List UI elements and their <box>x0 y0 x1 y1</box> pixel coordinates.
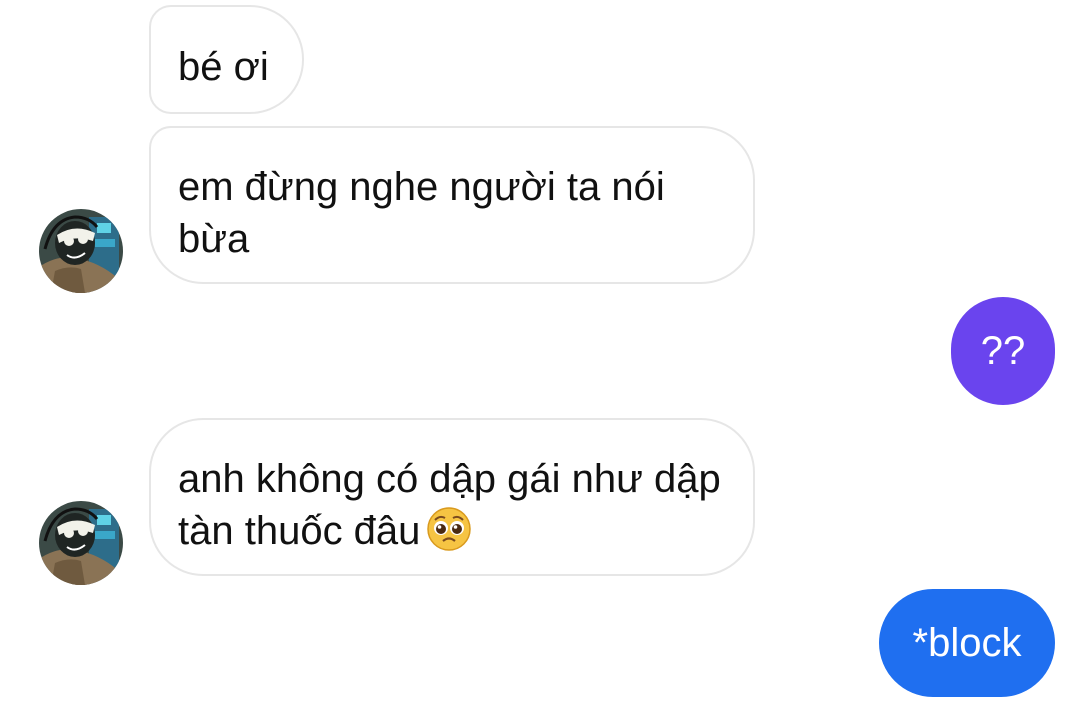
received-message-bubble[interactable]: bé ơi <box>149 5 304 114</box>
sent-message-bubble[interactable]: *block <box>879 589 1055 697</box>
received-message-bubble[interactable]: em đừng nghe người ta nói bừa <box>149 126 755 284</box>
message-text: em đừng nghe người ta nói bừa <box>178 165 665 261</box>
avatar-illustration-icon <box>39 209 123 293</box>
message-text-wrap: anh không có dập gái như dập tàn thuốc đ… <box>178 453 723 557</box>
message-text: bé ơi <box>178 45 269 89</box>
pleading-face-emoji-icon <box>427 507 472 552</box>
avatar-illustration-icon <box>39 501 123 585</box>
message-text: ?? <box>980 329 1026 373</box>
sent-message-bubble[interactable]: ?? <box>951 297 1055 405</box>
contact-avatar[interactable] <box>39 209 123 293</box>
contact-avatar[interactable] <box>39 501 123 585</box>
message-text: *block <box>912 621 1022 665</box>
received-message-bubble[interactable]: anh không có dập gái như dập tàn thuốc đ… <box>149 418 755 576</box>
